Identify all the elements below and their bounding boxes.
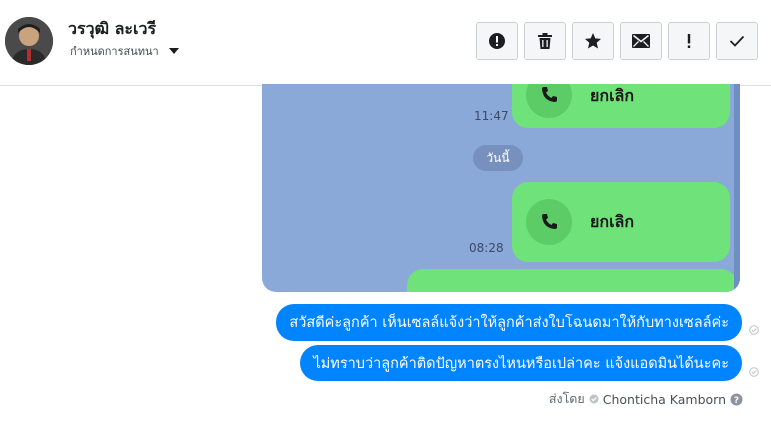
- chevron-down-icon: [168, 48, 179, 54]
- mark-done-button[interactable]: [716, 22, 758, 60]
- message-text: ไม่ทราบว่าลูกค้าติดปัญหาตรงไหนหรือเปล่าค…: [313, 355, 729, 372]
- star-icon: [585, 33, 601, 49]
- star-button[interactable]: [572, 22, 614, 60]
- image-edge: [734, 84, 740, 292]
- message-text: สวัสดีค่ะลูกค้า เห็นเซลล์แจ้งว่าให้ลูกค้…: [289, 315, 729, 331]
- message-time: 08:28: [469, 241, 504, 255]
- seen-check-icon: [749, 367, 759, 377]
- trash-icon: [538, 33, 552, 49]
- outgoing-message[interactable]: สวัสดีค่ะลูกค้า เห็นเซลล์แจ้งว่าให้ลูกค้…: [276, 304, 742, 341]
- outgoing-message[interactable]: ไม่ทราบว่าลูกค้าติดปัญหาตรงไหนหรือเปล่าค…: [300, 345, 742, 381]
- svg-text:?: ?: [734, 396, 739, 406]
- conversation-header: วรวุฒิ ละเวรี กำหนดการสนทนา: [0, 0, 771, 86]
- call-status-label: ยกเลิก: [590, 86, 635, 105]
- help-icon[interactable]: ?: [730, 393, 743, 406]
- avatar[interactable]: [5, 17, 53, 65]
- delete-button[interactable]: [524, 22, 566, 60]
- call-bubble-2: ยกเลิก: [512, 182, 730, 262]
- phone-icon: [526, 84, 572, 118]
- phone-icon: [526, 199, 572, 245]
- sender-name: Chonticha Kamborn: [602, 391, 726, 407]
- report-spam-button[interactable]: [476, 22, 518, 60]
- seen-check-icon: [749, 325, 759, 335]
- sent-by-label: ส่งโดย: [548, 391, 585, 406]
- contact-name: วรวุฒิ ละเวรี: [68, 19, 157, 38]
- call-bubble-1: ยกเลิก: [512, 84, 730, 128]
- partial-message-bubble: [407, 269, 737, 292]
- follow-up-button[interactable]: [668, 22, 710, 60]
- checkmark-icon: [729, 35, 745, 47]
- envelope-icon: [632, 34, 650, 48]
- assign-conversation-dropdown[interactable]: กำหนดการสนทนา: [70, 42, 179, 60]
- exclamation-icon: [687, 34, 691, 48]
- assign-conversation-label: กำหนดการสนทนา: [70, 45, 159, 58]
- call-status-label: ยกเลิก: [590, 212, 635, 231]
- image-attachment[interactable]: ยกเลิก 11:47 วันนี้ ยกเลิก 08:28: [262, 84, 740, 292]
- alert-circle-icon: [489, 33, 505, 49]
- sent-by-info: ส่งโดย Chonticha Kamborn ?: [549, 389, 743, 409]
- date-separator: วันนี้: [473, 145, 523, 171]
- message-time: 11:47: [474, 109, 509, 123]
- verified-check-icon: [589, 394, 599, 404]
- mark-unread-button[interactable]: [620, 22, 662, 60]
